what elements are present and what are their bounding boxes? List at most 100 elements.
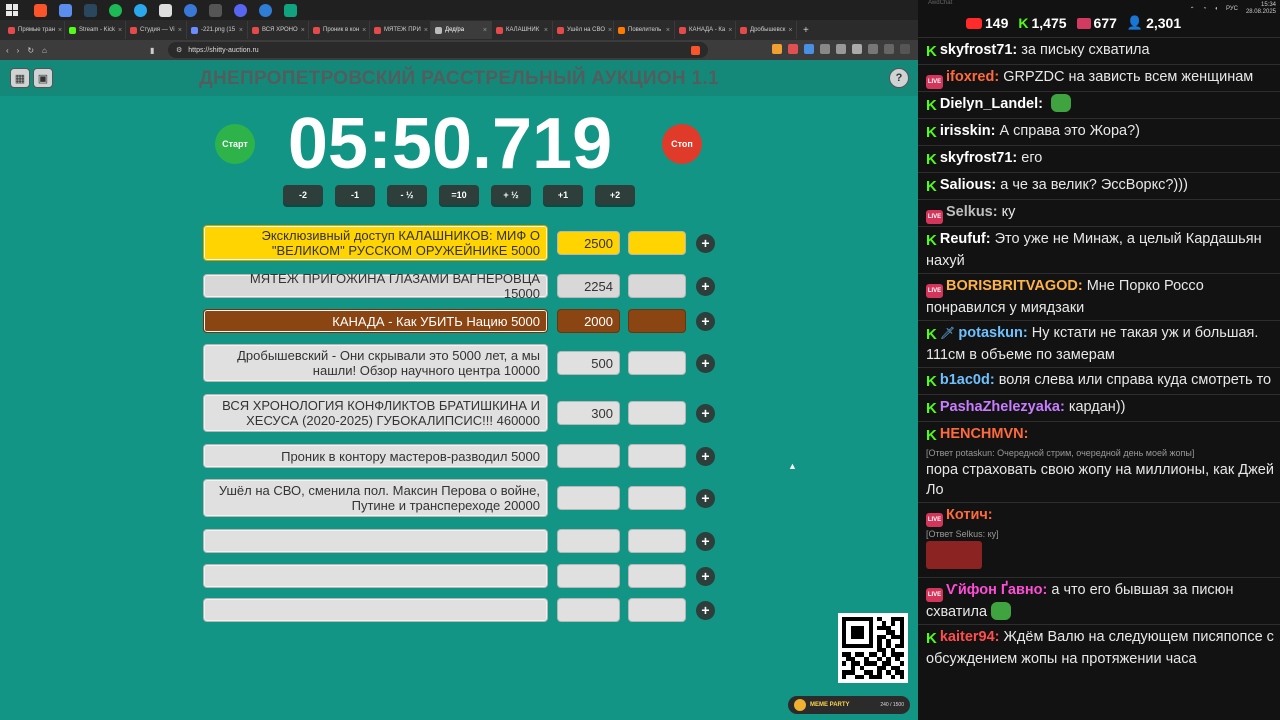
browser-tab[interactable]: Проник в кон ×	[309, 21, 370, 39]
time-adjust-button[interactable]: - ½	[387, 185, 427, 205]
back-icon[interactable]: ‹	[6, 46, 9, 55]
start-button[interactable]: Старт	[215, 124, 255, 164]
chat-username[interactable]: Dielyn_Landel	[940, 96, 1038, 112]
lot-add-amount-input[interactable]	[628, 444, 686, 468]
time-adjust-button[interactable]: =10	[439, 185, 479, 205]
app-icon[interactable]	[59, 3, 72, 17]
tab-close-icon[interactable]: ×	[118, 27, 122, 34]
time-adjust-button[interactable]: +2	[595, 185, 635, 205]
tab-close-icon[interactable]: ×	[178, 27, 182, 34]
lot-plus-button[interactable]: +	[696, 311, 715, 331]
lot-amount-field[interactable]	[557, 529, 620, 553]
ai-app-icon[interactable]	[284, 3, 297, 17]
browser-tab[interactable]: Stream - Kick ×	[65, 21, 126, 39]
tab-close-icon[interactable]: ×	[666, 27, 670, 34]
lot-amount-field[interactable]	[557, 486, 620, 510]
lot-name-field[interactable]: ВСЯ ХРОНОЛОГИЯ КОНФЛИКТОВ БРАТИШКИНА И Х…	[203, 394, 548, 432]
lot-name-field[interactable]: КАНАДА - Как УБИТЬ Нацию 5000	[203, 309, 548, 333]
lot-amount-field[interactable]: 300	[557, 401, 620, 425]
lot-name-field[interactable]: МЯТЕЖ ПРИГОЖИНА ГЛАЗАМИ ВАГНЕРОВЦА 15000	[203, 271, 548, 301]
lot-amount-field[interactable]	[557, 444, 620, 468]
lot-add-amount-input[interactable]	[628, 564, 686, 588]
lot-amount-field[interactable]: 2500	[557, 231, 620, 255]
tab-close-icon[interactable]: ×	[301, 27, 305, 34]
lot-plus-button[interactable]: +	[696, 233, 715, 253]
media-icon[interactable]	[234, 3, 247, 17]
lot-add-amount-input[interactable]	[628, 598, 686, 622]
extension-icon[interactable]	[836, 44, 846, 54]
lot-add-amount-input[interactable]	[628, 401, 686, 425]
lot-plus-button[interactable]: +	[696, 446, 715, 466]
tray-arrow-icon[interactable]: ⌃	[1190, 6, 1195, 13]
browser-tab[interactable]: -221.png (15 ×	[187, 21, 248, 39]
lot-add-amount-input[interactable]	[628, 486, 686, 510]
tab-close-icon[interactable]: ×	[362, 27, 366, 34]
brave-shield-icon[interactable]	[691, 45, 700, 55]
lot-plus-button[interactable]: +	[696, 353, 715, 373]
lot-name-field[interactable]	[203, 598, 548, 622]
tab-close-icon[interactable]: ×	[58, 27, 62, 34]
chat-username[interactable]: Selkus	[946, 204, 993, 220]
chat-username[interactable]: skyfrost71	[940, 42, 1013, 58]
chat-username[interactable]: Salious	[940, 177, 992, 193]
extension-icon[interactable]	[788, 44, 798, 54]
chat-username[interactable]: Reufuf	[940, 231, 986, 247]
brave-browser-icon[interactable]	[34, 3, 47, 17]
browser-tab[interactable]: Повелитель ×	[614, 21, 675, 39]
tab-close-icon[interactable]: ×	[483, 27, 487, 34]
volume-icon[interactable]: ◖	[1214, 6, 1218, 12]
url-field[interactable]: ⚙ https://shitty-auction.ru	[168, 42, 708, 58]
lot-name-field[interactable]	[203, 529, 548, 553]
lot-amount-field[interactable]: 500	[557, 351, 620, 375]
lot-name-field[interactable]	[203, 564, 548, 588]
lot-name-field[interactable]: Эксклюзивный доступ КАЛАШНИКОВ: МИФ О "В…	[203, 225, 548, 261]
lot-plus-button[interactable]: +	[696, 531, 715, 551]
lot-plus-button[interactable]: +	[696, 403, 715, 423]
extension-icon[interactable]	[804, 44, 814, 54]
language-indicator[interactable]: РУС	[1226, 6, 1238, 12]
lot-add-amount-input[interactable]	[628, 351, 686, 375]
chat-username[interactable]: Котич	[946, 507, 988, 523]
tab-close-icon[interactable]: ×	[544, 27, 548, 34]
forward-icon[interactable]: ›	[17, 46, 20, 55]
lot-plus-button[interactable]: +	[696, 566, 715, 586]
new-tab-button[interactable]: +	[803, 25, 809, 36]
windows-start-icon[interactable]	[6, 4, 18, 16]
browser-tab[interactable]: МЯТЕЖ ПРИ ×	[370, 21, 431, 39]
lot-amount-field[interactable]	[557, 598, 620, 622]
home-icon[interactable]: ⌂	[42, 46, 47, 55]
chat-username[interactable]: irisskin	[940, 123, 991, 139]
time-adjust-button[interactable]: +1	[543, 185, 583, 205]
lot-add-amount-input[interactable]	[628, 231, 686, 255]
browser-tab[interactable]: ВСЯ ХРОНО ×	[248, 21, 309, 39]
tab-close-icon[interactable]: ×	[728, 27, 732, 34]
lot-amount-field[interactable]	[557, 564, 620, 588]
extension-icon[interactable]	[868, 44, 878, 54]
chat-username[interactable]: kaiter94	[940, 629, 995, 645]
chat-message-list[interactable]: Kskyfrost71: за письку схватила LIVE ifoxr…	[918, 37, 1280, 671]
telegram-icon[interactable]	[134, 3, 147, 17]
chat-username[interactable]: BORISBRITVAGOD	[946, 278, 1078, 294]
clock[interactable]: 15:34 28.08.2025	[1246, 2, 1276, 16]
extension-icon[interactable]	[820, 44, 830, 54]
site-info-icon[interactable]: ⚙	[176, 46, 182, 54]
browser-tab[interactable]: КАНАДА - Ка ×	[675, 21, 736, 39]
lot-name-field[interactable]: Проник в контору мастеров-разводил 5000	[203, 444, 548, 468]
lot-add-amount-input[interactable]	[628, 529, 686, 553]
browser-tab[interactable]: Прямые тран ×	[4, 21, 65, 39]
time-adjust-button[interactable]: + ½	[491, 185, 531, 205]
obs-icon[interactable]	[159, 3, 172, 17]
time-adjust-button[interactable]: -1	[335, 185, 375, 205]
spotify-icon[interactable]	[109, 3, 122, 17]
lot-amount-field[interactable]: 2254	[557, 274, 620, 298]
extension-icon[interactable]	[884, 44, 894, 54]
reload-icon[interactable]: ↻	[27, 46, 34, 55]
tab-close-icon[interactable]: ×	[239, 27, 243, 34]
chat-username[interactable]: PashaZhelezyaka	[940, 399, 1060, 415]
extension-icon[interactable]	[772, 44, 782, 54]
lot-plus-button[interactable]: +	[696, 488, 715, 508]
browser-tab[interactable]: КАЛАШНИК ×	[492, 21, 553, 39]
lot-add-amount-input[interactable]	[628, 309, 686, 333]
help-button[interactable]: ?	[889, 68, 909, 88]
chat-app-icon[interactable]	[184, 3, 197, 17]
